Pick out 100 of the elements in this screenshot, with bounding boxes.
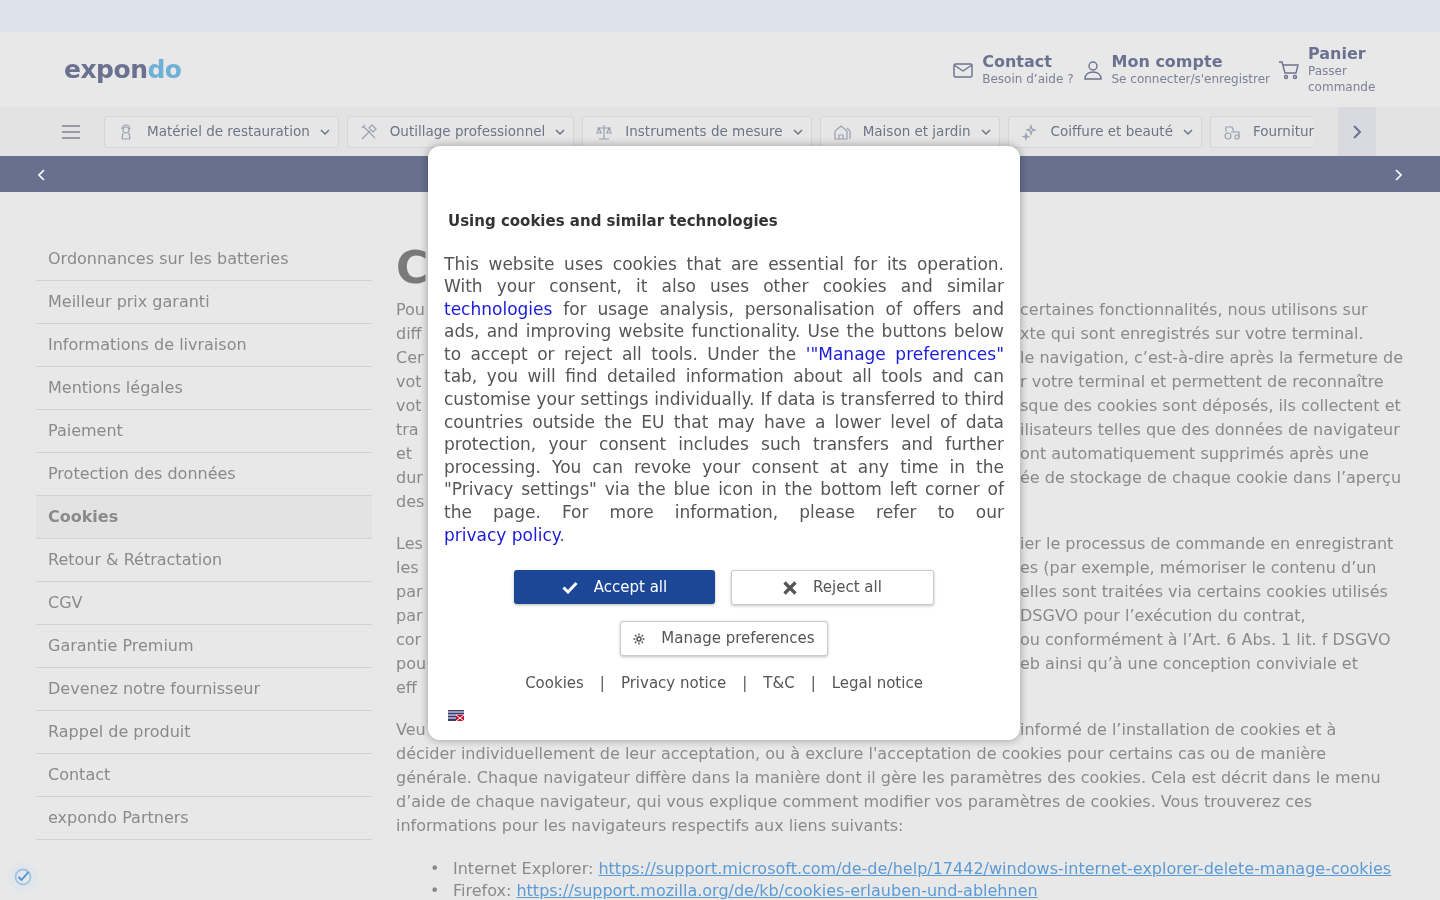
bullet-label: Internet Explorer: xyxy=(453,859,594,878)
link-subtitle[interactable]: Besoin d’aide ? xyxy=(982,71,1074,88)
text-fragment: ou conformément à l’Art. 6 Abs. 1 lit. f DSGVO xyxy=(1020,629,1391,651)
text-fragment: les xyxy=(396,558,419,577)
scale-icon xyxy=(595,122,614,141)
link[interactable]: '"Manage preferences" xyxy=(805,343,1004,364)
scroll-right-button[interactable] xyxy=(1338,107,1376,156)
text-fragment: et xyxy=(396,444,413,463)
sidebar-link[interactable]: Garantie Premium xyxy=(36,625,372,668)
text-line: d’aide de chaque navigateur, qui vous explique comment modifier vos paramètres de cookies. Vous trouverez ces xyxy=(396,791,1313,813)
preferences-button[interactable]: Manage preferences xyxy=(620,621,828,657)
text-fragment: xte qui sont enregistrés sur votre terminal. xyxy=(1020,323,1364,345)
text-fragment: DSGVO pour l’exécution du contrat, xyxy=(1020,605,1306,627)
sidebar-link[interactable]: Paiement xyxy=(36,410,372,453)
category-button[interactable]: Outillage professionnel xyxy=(346,115,575,148)
sidebar-link[interactable]: Devenez notre fournisseur xyxy=(36,668,372,711)
flag-icon[interactable] xyxy=(448,709,464,721)
text-line: générale. Chaque navigateur diffère dans la manière dont il gère les paramètres des cookies. Cela est décrit dans le menu xyxy=(396,767,1381,789)
text-fragment: des xyxy=(396,492,425,511)
reject-button[interactable]: Reject all xyxy=(731,570,934,606)
footer-link[interactable]: Cookies xyxy=(525,672,584,695)
footer-link[interactable]: T&C xyxy=(763,672,795,695)
text-fragment: diff xyxy=(396,324,422,343)
text-fragment: dur xyxy=(396,468,423,487)
text-fragment: vot xyxy=(396,396,422,415)
link[interactable]: https://support.mozilla.org/de/kb/cookies-erlauben-und-ablehnen xyxy=(516,881,1038,900)
bullet-marker: • xyxy=(430,880,441,900)
text-fragment: certaines fonctionnalités, nous utilisons sur xyxy=(1020,299,1368,321)
sidebar-link[interactable]: expondo Partners xyxy=(36,797,372,840)
page-heading: C xyxy=(396,242,429,294)
text-fragment: le navigation, c’est-à-dire après la fermeture de xyxy=(1020,347,1404,369)
chevron-left-icon xyxy=(38,168,46,181)
link-title[interactable]: Panier xyxy=(1308,43,1378,63)
sidebar-link[interactable]: Rappel de produit xyxy=(36,711,372,754)
consent-text: This website uses cookies that are essential for its operation. With your consent, it also uses other cookies and similar technologies for usage analysis, personalisation of offers and ads, and improving website functionality. Use the buttons below to accept or reject all tools. Under the '"Manage preferences" tab, you will find detailed information about all tools and can customise your settings individually. If data is transferred to third countries outside the EU that may have a lower level of data protection, your consent includes such transfers and further processing. You can revoke your consent at any time in the "Privacy settings" via the blue icon in the bottom left corner of the page. For more information, please refer to our privacy policy. xyxy=(444,252,1004,547)
check-icon xyxy=(561,580,578,594)
text-line: décider individuellement de leur acceptation, ou à exclure l'acceptation de cookies pour certains cas ou de manière xyxy=(396,743,1327,765)
separator: | xyxy=(810,673,816,695)
text-fragment: eff xyxy=(396,678,417,697)
sidebar-link[interactable]: Ordonnances sur les batteries xyxy=(36,238,372,281)
user-icon[interactable] xyxy=(1081,58,1104,81)
dialog-title: Using cookies and similar technologies xyxy=(448,211,779,232)
text-fragment: r votre terminal et permettent de reconnaître xyxy=(1020,371,1384,393)
settings-icon xyxy=(633,632,646,645)
bullet-marker: • xyxy=(430,858,441,880)
category-button[interactable]: Maison et jardin xyxy=(819,115,1000,148)
text-fragment: tra xyxy=(396,420,419,439)
sidebar-link[interactable]: Retour & Rétractation xyxy=(36,539,372,582)
chevron-icon xyxy=(555,127,566,136)
footer-link[interactable]: Legal notice xyxy=(831,672,923,695)
link-title[interactable]: Mon compte xyxy=(1111,51,1270,71)
text-fragment: ier le processus de commande en enregistrant xyxy=(1020,533,1394,555)
separator: | xyxy=(599,673,605,695)
privacy-settings-button[interactable] xyxy=(8,862,38,892)
text-fragment: elles sont traitées via certains cookies utilisés xyxy=(1020,581,1388,603)
sidebar-link[interactable]: Mentions légales xyxy=(36,367,372,410)
text-fragment: informé de l’installation de cookies et à xyxy=(1020,719,1337,741)
sidebar-link[interactable]: Contact xyxy=(36,754,372,797)
sidebar-link[interactable]: Informations de livraison xyxy=(36,324,372,367)
footer-link[interactable]: Privacy notice xyxy=(620,672,727,695)
sidebar-link[interactable]: Cookies xyxy=(36,496,372,539)
category-button[interactable]: Matériel de restauration xyxy=(104,115,339,148)
tools-icon xyxy=(359,122,378,141)
chevron-icon xyxy=(792,127,803,136)
text-fragment: cor xyxy=(396,630,422,649)
cart-icon[interactable] xyxy=(1278,58,1300,81)
link[interactable]: https://support.microsoft.com/de-de/help/17442/windows-internet-explorer-delete-manage-cookies xyxy=(598,859,1392,878)
separator: | xyxy=(742,673,748,695)
link[interactable]: technologies xyxy=(444,298,553,319)
category-button[interactable]: Fournitur xyxy=(1209,115,1315,148)
link-subtitle[interactable]: Passer commande xyxy=(1308,62,1378,96)
category-button[interactable]: Coiffure et beauté xyxy=(1007,115,1202,148)
text-fragment: par xyxy=(396,606,423,625)
close-icon xyxy=(783,580,798,595)
text-fragment: Cer xyxy=(396,348,424,367)
link[interactable]: privacy policy xyxy=(444,524,560,545)
link-title[interactable]: Contact xyxy=(982,51,1074,71)
check-circle-icon xyxy=(13,867,33,887)
link-subtitle[interactable]: Se connecter/s'enregistrer xyxy=(1111,71,1270,88)
text-fragment: es (par exemple, mémoriser le contenu d’un xyxy=(1020,557,1377,579)
text-fragment: ont automatiquement supprimés après une xyxy=(1020,443,1369,465)
chevron-icon xyxy=(319,127,330,136)
chevron-right-icon xyxy=(1394,168,1402,181)
text-fragment: vot xyxy=(396,372,422,391)
sidebar-link[interactable]: CGV xyxy=(36,582,372,625)
accept-button[interactable]: Accept all xyxy=(514,570,715,605)
text-fragment: Pou xyxy=(396,300,425,319)
text-fragment: ilisateurs telles que des données de navigateur xyxy=(1020,419,1400,441)
chevron-right-icon xyxy=(1352,123,1362,140)
text-line: informations pour les navigateurs respectifs aux liens suivants: xyxy=(396,815,904,837)
text-fragment: Les xyxy=(396,534,423,553)
text-fragment: ée de stockage de chaque cookie dans l’aperçu xyxy=(1020,467,1402,489)
chevron-icon xyxy=(1182,127,1193,136)
sparkle-icon xyxy=(1020,122,1039,141)
logo[interactable]: expondo xyxy=(64,50,182,89)
category-button[interactable]: Instruments de mesure xyxy=(582,115,812,148)
sidebar-link[interactable]: Meilleur prix garanti xyxy=(36,281,372,324)
bullet-label: Firefox: xyxy=(453,881,512,900)
chevron-icon xyxy=(980,127,991,136)
text-fragment: sque des cookies sont déposés, ils collectent et xyxy=(1020,395,1401,417)
